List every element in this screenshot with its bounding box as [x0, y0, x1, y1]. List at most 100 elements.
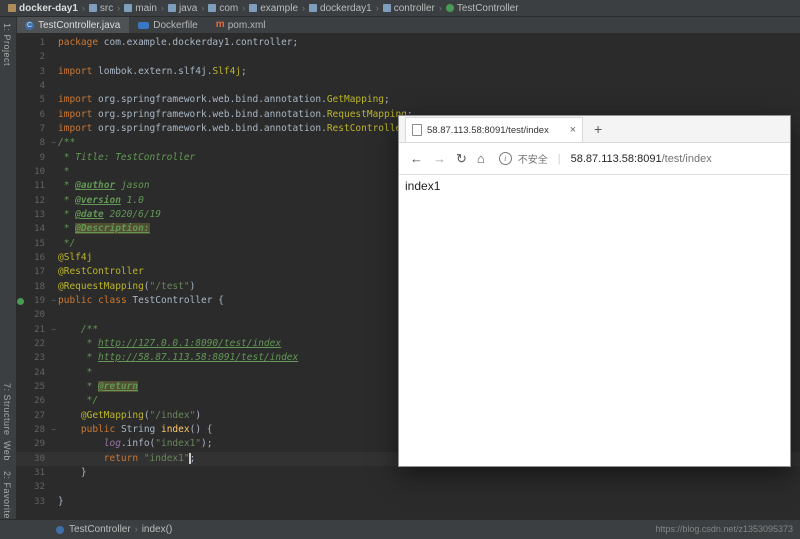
token: @date — [75, 208, 104, 220]
fold-space — [49, 495, 58, 509]
token: Slf4j — [212, 65, 242, 77]
code-line[interactable]: 2 — [16, 50, 800, 64]
fold-space — [49, 380, 58, 394]
token: * — [58, 366, 93, 378]
gutter-space — [16, 237, 25, 251]
folder-icon — [208, 4, 217, 12]
refresh-icon[interactable]: ↻ — [456, 151, 467, 167]
code-line[interactable]: 33} — [16, 495, 800, 509]
breadcrumb-item[interactable]: src — [87, 3, 115, 14]
url-host: 58.87.113.58:8091 — [570, 152, 662, 165]
line-number: 11 — [34, 181, 45, 192]
token: * — [58, 165, 70, 177]
token: "/test" — [149, 280, 190, 292]
browser-tab[interactable]: 58.87.113.58:8091/test/index × — [405, 117, 583, 142]
status-crumb[interactable]: index() — [140, 524, 175, 535]
fold-space — [49, 93, 58, 107]
token: GetMapping — [326, 94, 385, 106]
tool-button[interactable]: 7: Structure — [2, 383, 12, 436]
fold-space — [49, 108, 58, 122]
code-line[interactable]: 5 import org.springframework.web.bind.ann… — [16, 93, 800, 107]
token: 2020/6/19 — [103, 208, 161, 220]
fold-icon[interactable]: − — [49, 294, 58, 308]
breadcrumb-label: main — [135, 2, 157, 14]
line-number: 29 — [34, 439, 45, 450]
breadcrumb-label: example — [260, 2, 299, 14]
status-crumb[interactable]: TestController — [67, 524, 133, 535]
breadcrumb-label: docker-day1 — [19, 2, 78, 14]
code-line[interactable]: 31 } — [16, 466, 800, 480]
token: ) — [189, 280, 196, 292]
token: .info( — [120, 438, 156, 450]
editor-tab[interactable]: Dockerfile — [129, 17, 206, 33]
gutter-space — [16, 251, 25, 265]
fold-icon[interactable]: − — [49, 423, 58, 437]
code-line[interactable]: 3 import lombok.extern.slf4j.Slf4j; — [16, 65, 800, 79]
token: http://127.0.0.1:8090/test/index — [98, 337, 282, 349]
breadcrumb-item[interactable]: TestController — [444, 3, 521, 14]
breadcrumb-item[interactable]: controller — [381, 3, 437, 14]
page-icon — [412, 124, 422, 136]
tool-button[interactable]: 2: Favorites — [2, 471, 12, 524]
token: import — [58, 122, 93, 134]
tool-button[interactable]: Web — [2, 441, 12, 461]
fold-icon[interactable]: − — [49, 323, 58, 337]
token: @GetMapping — [80, 409, 144, 421]
gutter-space — [16, 50, 25, 64]
browser-tab-bar: 58.87.113.58:8091/test/index × + — [399, 116, 790, 143]
line-number: 19 — [34, 295, 45, 306]
spring-bean-icon — [16, 294, 25, 308]
gutter-space — [16, 308, 25, 322]
breadcrumb-item[interactable]: main — [122, 3, 159, 14]
info-icon[interactable]: i — [498, 152, 512, 165]
code-line[interactable]: 4 — [16, 79, 800, 93]
token: ; — [241, 65, 247, 77]
gutter-space — [16, 409, 25, 423]
editor-tab[interactable]: m pom.xml — [207, 17, 275, 33]
token: * — [58, 194, 76, 206]
fold-space — [49, 79, 58, 93]
token: public — [58, 294, 93, 306]
code-line[interactable]: 32 — [16, 480, 800, 494]
gutter-space — [16, 394, 25, 408]
fold-space — [49, 308, 58, 322]
tab-label: pom.xml — [227, 19, 266, 31]
folder-icon — [167, 4, 176, 12]
class-icon — [445, 4, 454, 12]
breadcrumb-item[interactable]: example — [247, 3, 300, 14]
home-icon[interactable]: ⌂ — [477, 151, 485, 166]
new-tab-button[interactable]: + — [583, 116, 613, 142]
breadcrumb-label: dockerday1 — [320, 2, 372, 14]
token: () { — [189, 423, 213, 435]
code-line[interactable]: 1 package com.example.dockerday1.controll… — [16, 36, 800, 50]
forward-icon[interactable]: → — [433, 151, 446, 166]
fold-icon[interactable]: − — [49, 136, 58, 150]
gutter-space — [16, 79, 25, 93]
line-number: 1 — [39, 38, 45, 48]
folder-icon — [309, 4, 318, 12]
line-number: 2 — [39, 52, 45, 63]
line-number: 20 — [34, 310, 45, 321]
breadcrumb-item[interactable]: com — [206, 3, 240, 14]
editor-tab[interactable]: C TestController.java — [16, 17, 130, 33]
token: org.springframework.web.bind.annotation. — [92, 94, 327, 106]
breadcrumb-item[interactable]: docker-day1 — [6, 3, 80, 14]
token: "index1" — [143, 452, 190, 464]
folder-icon — [88, 4, 97, 12]
address-bar[interactable]: 58.87.113.58:8091/test/index — [571, 153, 712, 165]
back-icon[interactable]: ← — [410, 151, 423, 166]
folder-icon — [124, 4, 133, 12]
breadcrumb-item[interactable]: java — [166, 3, 199, 14]
fold-space — [49, 165, 58, 179]
token: * — [58, 208, 76, 220]
tab-close-icon[interactable]: × — [570, 124, 576, 136]
token: * — [58, 337, 99, 349]
gutter-space — [16, 36, 25, 50]
fold-space — [49, 65, 58, 79]
tool-button[interactable]: 1: Project — [2, 23, 12, 66]
breadcrumb-item[interactable]: dockerday1 — [307, 3, 374, 14]
token: @RestController — [58, 266, 144, 278]
line-number: 25 — [34, 381, 45, 392]
